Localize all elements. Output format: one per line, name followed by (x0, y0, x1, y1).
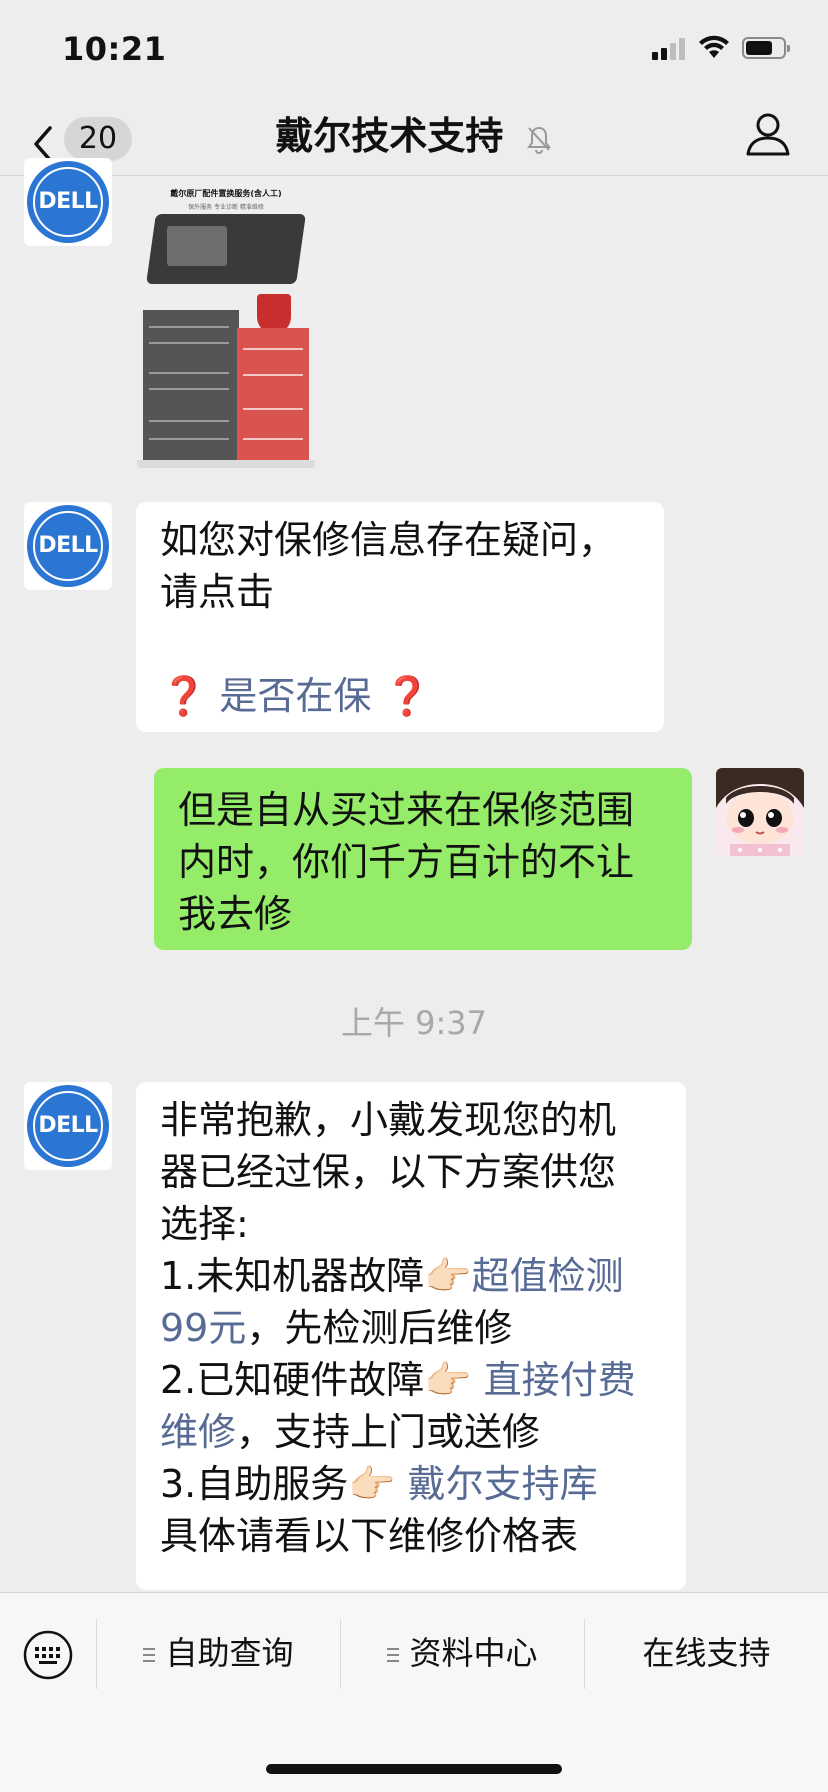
submenu-icon (143, 1648, 156, 1662)
diagnosis-link[interactable]: 超值检测 (472, 1254, 624, 1298)
option-3-text: 3.自助服务 (160, 1462, 349, 1506)
diagnosis-price-link[interactable]: 99元 (160, 1306, 246, 1350)
message-text: 请点击 (160, 570, 275, 614)
menu-self-service-query[interactable]: 自助查询 (97, 1611, 340, 1695)
message-text: 但是自从买过来在保修范围 (178, 788, 635, 832)
home-indicator[interactable] (266, 1764, 562, 1774)
submenu-icon (387, 1648, 400, 1662)
cellular-signal-icon (652, 36, 688, 60)
dell-avatar[interactable]: DELL (24, 1082, 112, 1170)
service-poster-image[interactable]: 戴尔原厂配件置换服务(含人工) 保外服务 专业诊断 精准维修 (137, 176, 315, 468)
menu-label: 在线支持 (642, 1634, 771, 1672)
option-1-suffix: ，先检测后维修 (246, 1306, 513, 1350)
option-1-text: 1.未知机器故障 (160, 1254, 425, 1298)
nav-bar: 20 戴尔技术支持 (0, 100, 828, 176)
message-text: 选择: (160, 1202, 249, 1246)
pointing-hand-icon: 👉🏻 (424, 1254, 472, 1298)
official-account-menu: 自助查询 资料中心 在线支持 (0, 1592, 828, 1792)
pointing-hand-icon: 👉🏻 (424, 1358, 472, 1402)
message-text: 器已经过保，以下方案供您 (160, 1150, 617, 1194)
keyboard-icon[interactable] (22, 1629, 74, 1681)
chat-title-text: 戴尔技术支持 (275, 114, 504, 158)
poster-subtitle: 保外服务 专业诊断 精准维修 (188, 204, 264, 211)
warranty-check-link[interactable]: 是否在保 (219, 674, 371, 718)
battery-icon (742, 37, 790, 59)
dell-avatar[interactable]: DELL (24, 502, 112, 590)
user-avatar[interactable] (716, 768, 804, 856)
message-timestamp: 上午 9:37 (340, 1004, 488, 1042)
menu-online-support[interactable]: 在线支持 (585, 1611, 828, 1695)
message-bubble-warranty-query[interactable]: 如您对保修信息存在疑问， 请点击 ❓ 是否在保 ❓ (136, 502, 664, 732)
option-2-text: 2.已知硬件故障 (160, 1358, 425, 1402)
message-text: 具体请看以下维修价格表 (160, 1514, 579, 1558)
paid-repair-link-cont[interactable]: 维修 (160, 1410, 236, 1454)
message-text: 我去修 (178, 892, 293, 936)
wifi-icon (699, 35, 729, 58)
bell-mute-icon (526, 126, 551, 154)
poster-title: 戴尔原厂配件置换服务(含人工) (170, 189, 282, 198)
message-bubble-out-of-warranty[interactable]: 非常抱歉，小戴发现您的机 器已经过保，以下方案供您 选择: 1.未知机器故障👉🏻… (136, 1082, 686, 1590)
message-bubble-user[interactable]: 但是自从买过来在保修范围 内时，你们千方百计的不让 我去修 (154, 768, 692, 950)
menu-resource-center[interactable]: 资料中心 (341, 1611, 584, 1695)
pointing-hand-icon: 👉🏻 (348, 1462, 396, 1506)
option-2-suffix: ，支持上门或送修 (236, 1410, 541, 1454)
menu-label: 资料中心 (409, 1634, 538, 1672)
question-mark-icon: ❓ (160, 674, 208, 718)
support-library-link[interactable]: 戴尔支持库 (396, 1462, 598, 1506)
user-avatar-cartoon (716, 768, 804, 856)
message-text: 内时，你们千方百计的不让 (178, 840, 635, 884)
chat-title: 戴尔技术支持 (0, 110, 828, 162)
paid-repair-link[interactable]: 直接付费 (472, 1358, 636, 1402)
question-mark-icon: ❓ (383, 674, 431, 718)
status-bar: 10:21 (0, 0, 828, 100)
message-text: 非常抱歉，小戴发现您的机 (160, 1098, 617, 1142)
profile-icon[interactable] (744, 110, 792, 158)
menu-label: 自助查询 (165, 1634, 294, 1672)
dell-avatar[interactable]: DELL (24, 158, 112, 246)
status-time: 10:21 (62, 30, 167, 68)
message-text: 如您对保修信息存在疑问， (160, 518, 617, 562)
